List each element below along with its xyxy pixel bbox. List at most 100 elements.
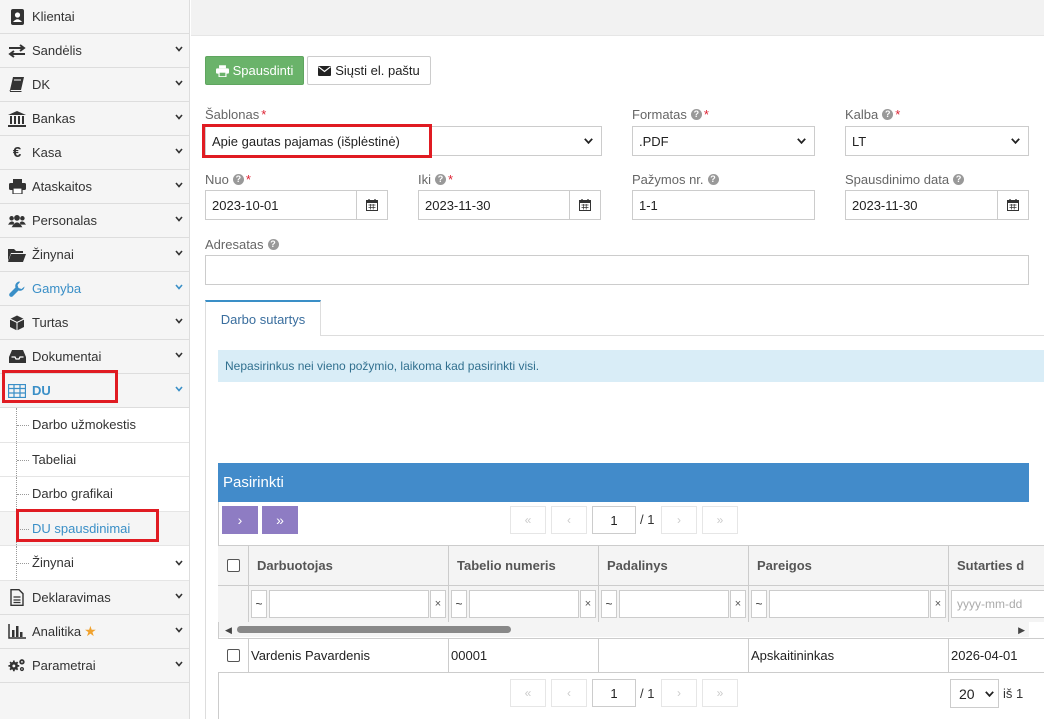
filter-input[interactable] [469,590,579,618]
horizontal-scrollbar[interactable]: ◀ ▶ [219,622,1029,637]
column-header-darbuotojas[interactable]: Darbuotojas [249,545,449,586]
print-date-input[interactable]: 2023-11-30 [845,190,1029,220]
to-date-input[interactable]: 2023-11-30 [418,190,601,220]
last-page-button[interactable]: » [702,506,738,534]
cell-employee[interactable]: Vardenis Pavardenis [249,638,449,673]
sidebar-subitem-tabeliai[interactable]: Tabeliai [0,442,189,477]
calendar-icon[interactable] [356,191,387,219]
column-header-sutarties-data[interactable]: Sutarties d [949,545,1044,586]
cell-employee-text: Vardenis Pavardenis [251,648,370,663]
filter-input[interactable] [269,590,429,618]
column-header-padalinys[interactable]: Padalinys [599,545,749,586]
language-label-text: Kalba [845,107,879,122]
sidebar-item-klientai[interactable]: Klientai [0,0,189,34]
page-size-select[interactable]: 20 [950,679,999,708]
sidebar-item-ataskaitos[interactable]: Ataskaitos [0,170,189,204]
column-header-label: Pareigos [757,558,812,573]
help-icon[interactable]: ? [232,174,244,185]
sidebar-item-gamyba[interactable]: Gamyba [0,272,189,306]
sidebar-item-label: Personalas [32,213,98,228]
filter-input[interactable] [619,590,729,618]
language-select[interactable]: LT [845,126,1029,156]
next-page-button[interactable]: › [661,506,697,534]
print-button[interactable]: Spausdinti [205,56,304,85]
help-icon[interactable]: ? [707,174,719,185]
select-all-checkbox[interactable] [226,559,240,572]
row-checkbox[interactable] [226,649,240,662]
filter-operator[interactable]: ~ [601,590,617,618]
format-select[interactable]: .PDF [632,126,815,156]
scroll-left-icon[interactable]: ◀ [225,625,232,636]
sidebar-item-dk[interactable]: DK [0,68,189,102]
column-header-tabelio-numeris[interactable]: Tabelio numeris [449,545,599,586]
sidebar-item-zinynai[interactable]: Žinynai [0,238,189,272]
calendar-icon[interactable] [569,191,600,219]
gears-icon [8,656,26,674]
chevron-down-icon [175,626,183,633]
top-bar [191,0,1044,36]
help-icon[interactable]: ? [690,109,702,120]
move-selected-button[interactable]: › [222,506,258,534]
sidebar-item-bankas[interactable]: Bankas [0,102,189,136]
sidebar-item-dokumentai[interactable]: Dokumentai [0,340,189,374]
tab-darbo-sutartys[interactable]: Darbo sutartys [205,300,321,336]
sidebar-item-deklaravimas[interactable]: Deklaravimas [0,581,189,615]
sidebar-item-analitika[interactable]: Analitika ★ [0,615,189,649]
cell-position[interactable]: Apskaitininkas [749,638,949,673]
date-filter-input[interactable]: yyyy-mm-dd [951,590,1044,618]
help-icon[interactable]: ? [267,239,279,250]
first-page-button[interactable]: « [510,679,546,707]
last-page-button[interactable]: » [702,679,738,707]
page-number-input[interactable]: 1 [592,679,636,707]
help-icon[interactable]: ? [953,174,965,185]
from-date-input[interactable]: 2023-10-01 [205,190,388,220]
cell-tab-number[interactable]: 00001 [449,638,599,673]
next-page-button[interactable]: › [661,679,697,707]
template-select[interactable]: Apie gautas pajamas (išplėstinė) [205,126,602,156]
required-mark: * [703,107,709,122]
filter-operator[interactable]: ~ [751,590,767,618]
prev-page-button[interactable]: ‹ [551,679,587,707]
clear-filter-icon[interactable]: × [580,590,596,618]
sidebar-item-sandelis[interactable]: Sandėlis [0,34,189,68]
sidebar-subitem-darbo-grafikai[interactable]: Darbo grafikai [0,477,189,512]
sidebar-subitem-zinynai[interactable]: Žinynai [0,546,189,581]
sidebar-item-turtas[interactable]: Turtas [0,306,189,340]
help-icon[interactable]: ? [435,174,446,185]
page-number-input[interactable]: 1 [592,506,636,534]
cell-unit[interactable] [599,638,749,673]
template-label-text: Šablonas [205,107,260,122]
prev-page-button[interactable]: ‹ [551,506,587,534]
sidebar-subitem-darbo-uzmokestis[interactable]: Darbo užmokestis [0,408,189,443]
first-page-button[interactable]: « [510,506,546,534]
move-all-button[interactable]: » [262,506,298,534]
send-email-button[interactable]: Siųsti el. paštu [307,56,431,85]
scroll-right-icon[interactable]: ▶ [1018,625,1025,636]
page-total-text: / 1 [640,686,655,701]
column-header-label: Darbuotojas [257,558,333,573]
sidebar-subitem-label: Tabeliai [32,451,77,467]
sidebar-item-personalas[interactable]: Personalas [0,204,189,238]
column-header-pareigos[interactable]: Pareigos [749,545,949,586]
sidebar-item-du[interactable]: DU [0,374,189,408]
sidebar-subitem-du-spausdinimai[interactable]: DU spausdinimai [0,511,189,546]
filter-operator[interactable]: ~ [251,590,267,618]
folder-open-icon [8,246,26,264]
sidebar-subitem-label: Darbo užmokestis [32,417,137,433]
clear-filter-icon[interactable]: × [930,590,946,618]
double-chevron-right-icon: » [716,513,724,527]
sidebar-item-kasa[interactable]: € Kasa [0,136,189,170]
sidebar-item-label: Klientai [32,9,75,24]
clear-filter-icon[interactable]: × [430,590,446,618]
scrollbar-thumb[interactable] [237,626,511,633]
cell-contract-date[interactable]: 2026-04-01 [949,638,1044,673]
calendar-icon[interactable] [997,191,1028,219]
clear-filter-icon[interactable]: × [730,590,746,618]
sidebar-item-parametrai[interactable]: Parametrai [0,649,189,683]
filter-operator[interactable]: ~ [451,590,467,618]
help-icon[interactable]: ? [882,109,894,120]
required-mark: * [895,107,901,122]
addressee-input[interactable] [205,255,1029,285]
certificate-number-input[interactable]: 1-1 [632,190,815,220]
filter-input[interactable] [769,590,929,618]
